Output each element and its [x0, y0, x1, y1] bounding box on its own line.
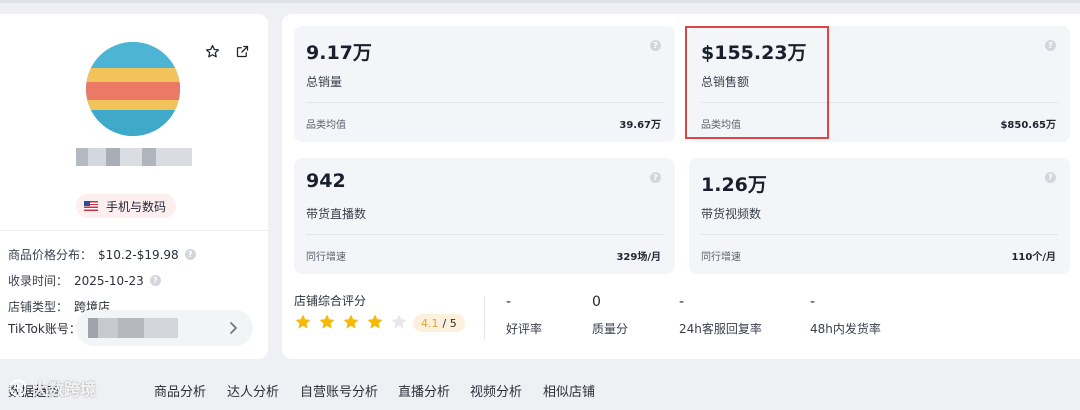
- tab-video-analysis[interactable]: 视频分析: [470, 381, 522, 400]
- tiktok-account-link[interactable]: [76, 310, 253, 346]
- metric-value: -: [679, 294, 685, 310]
- stat-label: 带货视频数: [701, 207, 762, 221]
- stat-sub-label: 同行增速: [306, 252, 346, 263]
- help-icon[interactable]: ?: [650, 172, 661, 183]
- tab-owned-account-analysis[interactable]: 自营账号分析: [300, 381, 378, 400]
- rating-max: / 5: [442, 316, 457, 330]
- shop-profile-card: 手机与数码 商品价格分布： $10.2-$19.98 ? 收录时间： 2025-…: [0, 14, 268, 359]
- shop-name-redacted: [76, 148, 192, 166]
- star-outline-icon: [205, 44, 219, 57]
- metric-label: 24h客服回复率: [679, 322, 762, 336]
- help-icon[interactable]: ?: [1045, 172, 1056, 183]
- stat-label: 带货直播数: [306, 207, 367, 221]
- listed-date-row: 收录时间： 2025-10-23 ?: [8, 272, 161, 289]
- price-range-row: 商品价格分布： $10.2-$19.98 ?: [8, 246, 196, 263]
- rating-title: 店铺综合评分: [294, 294, 367, 308]
- stat-sub-value: 329场/月: [616, 252, 661, 263]
- stat-card-total-sales: 9.17万 总销量 品类均值 39.67万 ?: [294, 26, 675, 142]
- shop-stats-panel: 9.17万 总销量 品类均值 39.67万 ? $155.23万 总销售额 品类…: [282, 14, 1080, 359]
- favorite-button[interactable]: [200, 39, 224, 63]
- metric-value: 0: [592, 294, 601, 310]
- us-flag-icon: [84, 201, 98, 211]
- watermark-text: 大数跨境: [32, 380, 97, 399]
- price-range-label: 商品价格分布：: [8, 248, 93, 262]
- stat-sub-label: 品类均值: [306, 120, 346, 131]
- tab-live-analysis[interactable]: 直播分析: [398, 381, 450, 400]
- help-icon[interactable]: ?: [184, 249, 196, 260]
- tab-creator-analysis[interactable]: 达人分析: [227, 381, 279, 400]
- star-filled-icon: [367, 314, 383, 329]
- divider: [306, 234, 663, 235]
- shop-avatar: [86, 42, 180, 136]
- metric-label: 质量分: [592, 322, 629, 336]
- chevron-right-icon: [230, 322, 237, 334]
- external-link-icon: [236, 45, 248, 57]
- help-icon[interactable]: ?: [650, 40, 661, 51]
- tiktok-account-redacted: [88, 318, 178, 338]
- metric-shipping-rate: - 48h内发货率: [810, 294, 881, 337]
- rating-score-badge: 4.1 / 5: [413, 314, 465, 332]
- price-range-value: $10.2-$19.98: [98, 247, 179, 262]
- tiktok-account-row: TikTok账号：: [0, 310, 253, 346]
- top-border: [0, 0, 1080, 3]
- stat-value: 942: [306, 170, 346, 192]
- category-tag: 手机与数码: [76, 194, 177, 218]
- help-icon[interactable]: ?: [149, 275, 161, 286]
- divider: [306, 102, 663, 103]
- star-filled-icon: [295, 314, 311, 329]
- stat-label: 总销量: [306, 75, 343, 89]
- listed-date-label: 收录时间：: [8, 274, 69, 288]
- help-icon[interactable]: ?: [1045, 40, 1056, 51]
- stat-sub-label: 同行增速: [701, 252, 741, 263]
- rating-score: 4.1: [421, 316, 439, 330]
- tab-similar-shops[interactable]: 相似店铺: [543, 381, 595, 400]
- stat-value: 9.17万: [306, 42, 372, 64]
- watermark-logo-icon: [9, 379, 27, 397]
- tab-product-analysis[interactable]: 商品分析: [154, 381, 206, 400]
- stat-sub-value: $850.65万: [1000, 120, 1056, 131]
- stat-sub-value: 39.67万: [619, 120, 661, 131]
- tiktok-account-label: TikTok账号：: [8, 321, 81, 336]
- divider: [484, 296, 485, 340]
- stat-card-videos: 1.26万 带货视频数 同行增速 110个/月 ?: [689, 158, 1070, 274]
- analysis-tabs: 数据趋势 商品分析 达人分析 自营账号分析 直播分析 视频分析 相似店铺: [0, 372, 1080, 410]
- watermark: 大数跨境: [8, 376, 96, 400]
- metric-value: -: [506, 294, 512, 310]
- listed-date-value: 2025-10-23: [74, 273, 144, 288]
- rating-stars: [294, 313, 408, 331]
- metric-value: -: [810, 294, 816, 310]
- metric-reply-rate: - 24h客服回复率: [679, 294, 762, 337]
- star-filled-icon: [319, 314, 335, 329]
- metric-quality-score: 0 质量分: [592, 294, 628, 337]
- stat-card-live-streams: 942 带货直播数 同行增速 329场/月 ?: [294, 158, 675, 274]
- highlight-box: [685, 26, 829, 139]
- metric-positive-rate: - 好评率: [506, 294, 542, 337]
- divider: [701, 234, 1058, 235]
- divider: [0, 230, 268, 231]
- metric-label: 好评率: [506, 322, 543, 336]
- metric-label: 48h内发货率: [810, 322, 881, 336]
- star-empty-icon: [391, 314, 407, 329]
- star-filled-icon: [343, 314, 359, 329]
- category-label: 手机与数码: [106, 199, 167, 214]
- stat-sub-value: 110个/月: [1011, 252, 1056, 263]
- open-external-button[interactable]: [230, 39, 254, 63]
- stat-value: 1.26万: [701, 174, 767, 196]
